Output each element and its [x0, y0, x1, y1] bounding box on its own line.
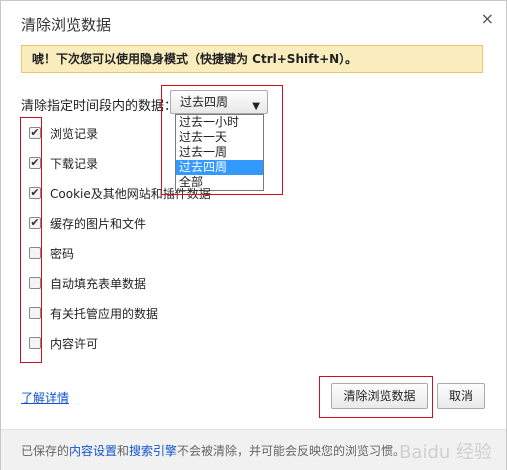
checkbox-label: 下载记录 — [50, 157, 99, 171]
time-range-selected-value: 过去四周 — [180, 95, 229, 109]
checkbox[interactable] — [29, 217, 41, 229]
checkbox[interactable] — [29, 337, 41, 349]
close-icon[interactable]: × — [481, 9, 494, 28]
checkbox-label: 浏览记录 — [50, 127, 99, 141]
highlight-box-checkboxes — [20, 117, 42, 363]
checkbox[interactable] — [29, 187, 41, 199]
time-range-option-selected[interactable]: 过去四周 — [176, 160, 263, 175]
footer-text: 不会被清除，并可能会反映您的浏览习惯。 — [177, 444, 406, 458]
search-engines-link[interactable]: 搜索引擎 — [129, 442, 177, 459]
watermark-logo: Baidu 经验 — [399, 442, 492, 463]
clear-browsing-data-button[interactable]: 清除浏览数据 — [331, 383, 428, 409]
checkbox[interactable] — [29, 277, 41, 289]
checkbox-label: Cookie及其他网站和插件数据 — [50, 187, 211, 201]
incognito-tip-banner: 唬！下次您可以使用隐身模式（快捷键为 Ctrl+Shift+N）。 — [21, 45, 483, 73]
checkbox[interactable] — [29, 307, 41, 319]
footer-text: 已保存的 — [21, 444, 70, 458]
time-range-option[interactable]: 过去一天 — [176, 130, 263, 145]
checkbox-label: 内容许可 — [50, 337, 99, 351]
checkbox-label: 有关托管应用的数据 — [50, 307, 159, 321]
time-range-dropdown: 过去一小时 过去一天 过去一周 过去四周 全部 — [175, 114, 264, 191]
time-range-option[interactable]: 过去一小时 — [176, 115, 263, 130]
dialog-title: 清除浏览数据 — [21, 16, 112, 34]
learn-more-link[interactable]: 了解详情 — [21, 389, 69, 406]
cancel-button[interactable]: 取消 — [437, 383, 485, 409]
time-range-select[interactable]: 过去四周 ▼ — [170, 90, 268, 114]
checkbox-label: 密码 — [50, 247, 75, 261]
content-settings-link[interactable]: 内容设置 — [69, 442, 117, 459]
checkbox-label: 缓存的图片和文件 — [50, 217, 147, 231]
time-range-label: 清除指定时间段内的数据： — [21, 99, 178, 114]
time-range-option[interactable]: 过去一周 — [176, 145, 263, 160]
checkbox[interactable] — [29, 247, 41, 259]
checkbox[interactable] — [29, 127, 41, 139]
footer-text: 和 — [117, 444, 130, 458]
footer-note: 已保存的 内容设置 和 搜索引擎 不会被清除，并可能会反映您的浏览习惯。 Bai… — [1, 429, 506, 470]
checkbox-label: 自动填充表单数据 — [50, 277, 147, 291]
checkbox[interactable] — [29, 157, 41, 169]
clear-browsing-data-dialog: 清除浏览数据 × 唬！下次您可以使用隐身模式（快捷键为 Ctrl+Shift+N… — [0, 0, 507, 470]
